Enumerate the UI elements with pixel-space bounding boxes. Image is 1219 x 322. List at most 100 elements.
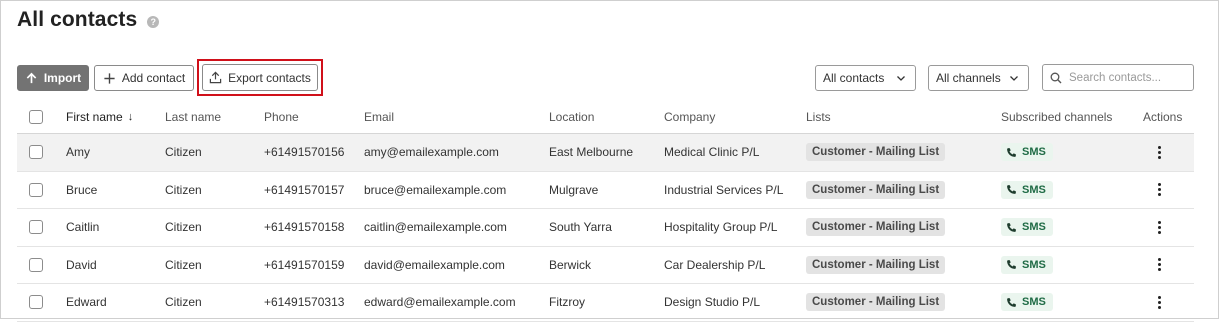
select-all-checkbox[interactable]	[29, 110, 43, 124]
cell-subscribed: SMS	[1001, 172, 1053, 209]
cell-last-name: Citizen	[165, 257, 202, 272]
cell-last-name: Citizen	[165, 220, 202, 235]
table-row[interactable]: Edward Citizen +61491570313 edward@email…	[17, 284, 1194, 322]
column-actions: Actions	[1143, 110, 1183, 124]
column-lists: Lists	[806, 110, 831, 124]
row-select-cell	[29, 209, 43, 246]
phone-icon	[1007, 260, 1016, 270]
column-phone[interactable]: Phone	[264, 101, 299, 133]
column-last-name[interactable]: Last name	[165, 101, 221, 133]
contacts-filter-select[interactable]: All contacts	[815, 65, 916, 91]
row-select-cell	[29, 172, 43, 209]
column-first-name[interactable]: First name ↓	[66, 101, 133, 133]
chevron-down-icon	[897, 76, 905, 81]
row-checkbox[interactable]	[29, 145, 43, 160]
arrow-up-icon	[26, 72, 37, 83]
sms-channel-badge: SMS	[1001, 218, 1053, 237]
cell-last-name: Citizen	[165, 182, 202, 197]
cell-location: Mulgrave	[549, 182, 599, 197]
kebab-menu-icon[interactable]	[1156, 145, 1162, 159]
arrow-down-icon: ↓	[127, 111, 134, 123]
list-badge: Customer - Mailing List	[806, 218, 946, 237]
phone-icon	[1007, 297, 1016, 307]
table-row[interactable]: Caitlin Citizen +61491570158 caitlin@ema…	[17, 209, 1194, 247]
cell-email: caitlin@emailexample.com	[364, 220, 507, 235]
cell-email: edward@emailexample.com	[364, 295, 516, 310]
row-select-cell	[29, 247, 43, 284]
contacts-table: First name ↓ Last name Phone Email Locat…	[17, 101, 1194, 322]
title-row: All contacts ?	[17, 8, 160, 32]
table-row[interactable]: Bruce Citizen +61491570157 bruce@emailex…	[17, 172, 1194, 209]
cell-phone: +61491570157	[264, 182, 345, 197]
cell-first-name: Caitlin	[66, 220, 100, 235]
kebab-menu-icon[interactable]	[1156, 295, 1162, 309]
cell-last-name: Citizen	[165, 145, 202, 160]
search-box[interactable]	[1042, 64, 1194, 91]
channels-filter-select[interactable]: All channels	[928, 65, 1029, 91]
cell-lists: Customer - Mailing List	[806, 209, 946, 246]
cell-subscribed: SMS	[1001, 209, 1053, 246]
kebab-menu-icon[interactable]	[1156, 220, 1162, 234]
column-first-name-label: First name	[66, 110, 123, 124]
export-contacts-label: Export contacts	[228, 70, 311, 85]
cell-location: East Melbourne	[549, 145, 634, 160]
contacts-filter-value: All contacts	[823, 71, 885, 85]
cell-company: Hospitality Group P/L	[664, 220, 778, 235]
table-row[interactable]: David Citizen +61491570159 david@emailex…	[17, 247, 1194, 284]
cell-phone: +61491570313	[264, 295, 345, 310]
cell-first-name: Edward	[66, 295, 107, 310]
cell-company: Car Dealership P/L	[664, 257, 766, 272]
search-icon	[1050, 72, 1062, 83]
cell-actions	[1156, 284, 1162, 321]
chevron-down-icon	[1010, 76, 1018, 81]
export-contacts-button[interactable]: Export contacts	[202, 64, 318, 91]
row-checkbox[interactable]	[29, 220, 43, 235]
upload-icon	[209, 71, 222, 84]
sms-channel-badge: SMS	[1001, 143, 1053, 162]
column-location[interactable]: Location	[549, 101, 594, 133]
cell-location: South Yarra	[549, 220, 612, 235]
column-email[interactable]: Email	[364, 101, 394, 133]
sms-channel-badge: SMS	[1001, 180, 1053, 199]
cell-first-name: Amy	[66, 145, 90, 160]
cell-lists: Customer - Mailing List	[806, 247, 946, 284]
table-row[interactable]: Amy Citizen +61491570156 amy@emailexampl…	[17, 134, 1194, 172]
phone-icon	[1007, 222, 1016, 232]
cell-first-name: Bruce	[66, 182, 98, 197]
cell-lists: Customer - Mailing List	[806, 172, 946, 209]
search-input[interactable]	[1069, 71, 1189, 84]
cell-phone: +61491570159	[264, 257, 345, 272]
list-badge: Customer - Mailing List	[806, 180, 946, 199]
sms-label: SMS	[1022, 258, 1046, 271]
sms-channel-badge: SMS	[1001, 293, 1053, 312]
list-badge: Customer - Mailing List	[806, 255, 946, 274]
column-company[interactable]: Company	[664, 101, 715, 133]
sms-label: SMS	[1022, 296, 1046, 309]
cell-first-name: David	[66, 257, 97, 272]
cell-company: Industrial Services P/L	[664, 182, 784, 197]
cell-location: Berwick	[549, 257, 592, 272]
help-icon[interactable]: ?	[147, 15, 160, 28]
row-checkbox[interactable]	[29, 257, 43, 272]
add-contact-label: Add contact	[121, 71, 186, 85]
cell-lists: Customer - Mailing List	[806, 134, 946, 171]
list-badge: Customer - Mailing List	[806, 143, 946, 162]
cell-actions	[1156, 209, 1162, 246]
kebab-menu-icon[interactable]	[1156, 183, 1162, 197]
list-badge: Customer - Mailing List	[806, 293, 946, 312]
page-title: All contacts	[17, 8, 138, 31]
cell-lists: Customer - Mailing List	[806, 284, 946, 321]
row-checkbox[interactable]	[29, 295, 43, 310]
sms-label: SMS	[1022, 146, 1046, 159]
import-button[interactable]: Import	[17, 65, 89, 91]
add-contact-button[interactable]: Add contact	[94, 65, 194, 91]
table-header-row: First name ↓ Last name Phone Email Locat…	[17, 101, 1194, 134]
cell-subscribed: SMS	[1001, 247, 1053, 284]
column-subscribed-channels: Subscribed channels	[1001, 110, 1113, 124]
cell-phone: +61491570156	[264, 145, 345, 160]
kebab-menu-icon[interactable]	[1156, 258, 1162, 272]
phone-icon	[1007, 185, 1016, 195]
plus-icon	[104, 72, 115, 84]
select-all-cell	[29, 101, 43, 133]
row-checkbox[interactable]	[29, 182, 43, 197]
